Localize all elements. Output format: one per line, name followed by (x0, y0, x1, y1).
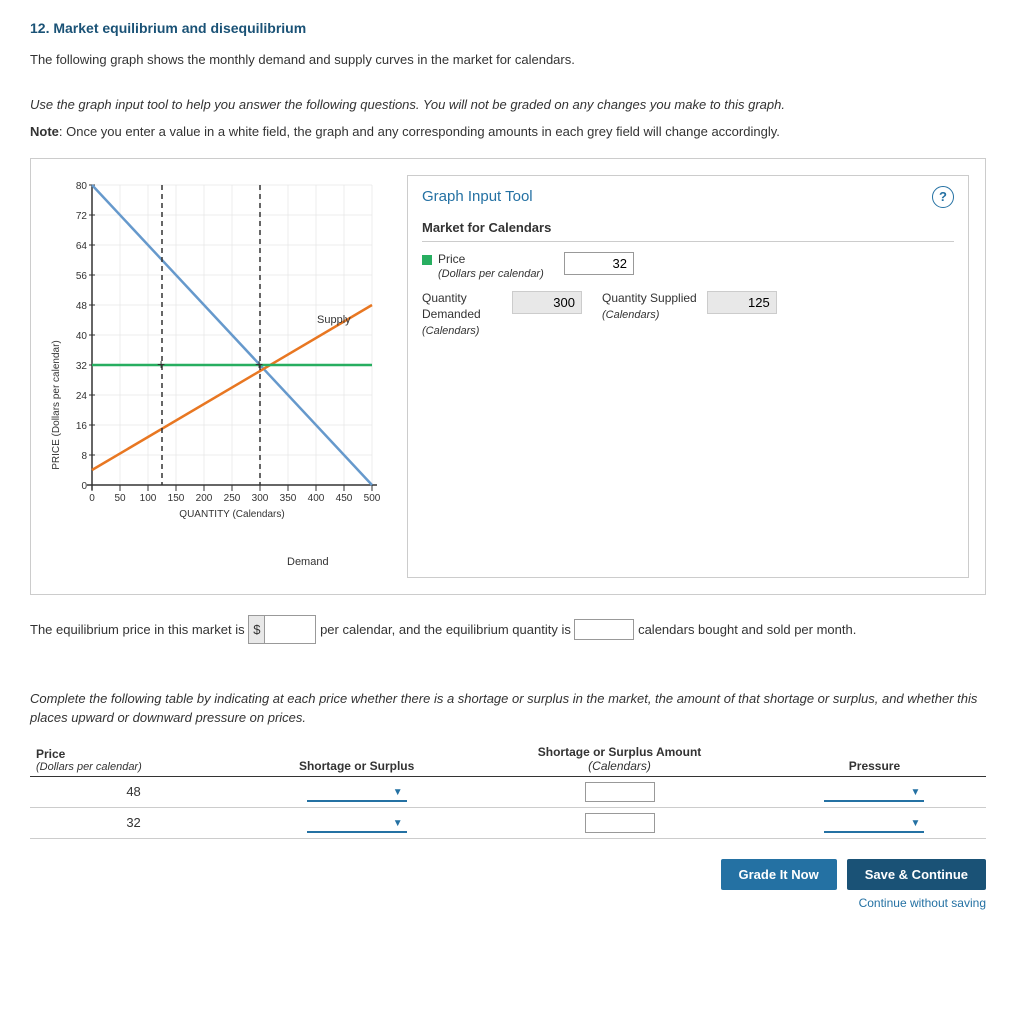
save-continue-button[interactable]: Save & Continue (847, 859, 986, 890)
svg-text:350: 350 (280, 493, 297, 504)
col-header-amount: Shortage or Surplus Amount (Calendars) (476, 742, 763, 777)
table-row: 48 (30, 776, 986, 807)
action-buttons: Grade It Now Save & Continue Continue wi… (30, 859, 986, 910)
col-header-pressure: Pressure (763, 742, 986, 777)
svg-text:16: 16 (76, 421, 88, 432)
supply-demand-graph: PRICE (Dollars per calendar) (47, 175, 387, 575)
svg-text:450: 450 (336, 493, 353, 504)
svg-text:+: + (255, 356, 263, 372)
svg-text:150: 150 (168, 493, 185, 504)
amount-cell-48[interactable] (476, 776, 763, 807)
graph-area: PRICE (Dollars per calendar) (47, 175, 387, 578)
qty-demanded-label: Quantity Demanded (Calendars) (422, 291, 502, 338)
amount-input-32[interactable] (585, 813, 655, 833)
svg-text:400: 400 (308, 493, 325, 504)
continue-without-saving-link[interactable]: Continue without saving (859, 896, 986, 910)
qty-demanded-input[interactable] (512, 291, 582, 314)
qty-supplied-group: Quantity Supplied (Calendars) (602, 291, 777, 322)
qty-demanded-group: Quantity Demanded (Calendars) (422, 291, 582, 338)
instruction-text: Use the graph input tool to help you ans… (30, 95, 986, 115)
svg-text:0: 0 (81, 481, 87, 492)
svg-text:100: 100 (140, 493, 157, 504)
note-label: Note (30, 124, 59, 139)
amount-input-48[interactable] (585, 782, 655, 802)
shortage-surplus-dropdown-48[interactable] (237, 776, 476, 807)
graph-tool-container: PRICE (Dollars per calendar) (30, 158, 986, 595)
equilibrium-price-input[interactable] (265, 620, 315, 639)
input-tool-panel: Graph Input Tool ? Market for Calendars … (407, 175, 969, 578)
price-cell-32: 32 (30, 807, 237, 838)
equilibrium-qty-input[interactable] (574, 619, 634, 640)
y-axis-label: PRICE (Dollars per calendar) (51, 340, 62, 470)
svg-text:32: 32 (76, 361, 88, 372)
svg-text:+: + (157, 356, 165, 372)
pressure-dropdown-32[interactable] (763, 807, 986, 838)
svg-text:56: 56 (76, 271, 88, 282)
demand-label: Demand (287, 556, 329, 568)
price-input[interactable] (564, 252, 634, 275)
svg-text:80: 80 (76, 181, 88, 192)
price-label-group: Price (Dollars per calendar) (422, 252, 552, 282)
price-sublabel: (Dollars per calendar) (438, 267, 544, 281)
price-row: Price (Dollars per calendar) (422, 252, 954, 282)
green-square-icon (422, 255, 432, 265)
svg-text:0: 0 (89, 493, 95, 504)
svg-text:24: 24 (76, 391, 88, 402)
svg-text:72: 72 (76, 211, 88, 222)
pressure-btn-32[interactable] (824, 813, 924, 833)
supply-label: Supply (317, 314, 351, 326)
question-title: 12. Market equilibrium and disequilibriu… (30, 20, 986, 36)
svg-text:64: 64 (76, 241, 88, 252)
svg-text:50: 50 (114, 493, 126, 504)
shortage-surplus-btn-48[interactable] (307, 782, 407, 802)
shortage-surplus-btn-32[interactable] (307, 813, 407, 833)
pressure-btn-48[interactable] (824, 782, 924, 802)
quantity-row: Quantity Demanded (Calendars) Quantity S… (422, 291, 954, 338)
amount-cell-32[interactable] (476, 807, 763, 838)
grade-it-now-button[interactable]: Grade It Now (721, 859, 837, 890)
svg-text:40: 40 (76, 331, 88, 342)
col-header-price: Price (Dollars per calendar) (30, 742, 237, 777)
svg-text:250: 250 (224, 493, 241, 504)
shortage-surplus-dropdown-32[interactable] (237, 807, 476, 838)
svg-text:48: 48 (76, 301, 88, 312)
note-text: Note: Once you enter a value in a white … (30, 122, 986, 142)
pressure-dropdown-48[interactable] (763, 776, 986, 807)
col-header-shortage-surplus: Shortage or Surplus (237, 742, 476, 777)
svg-text:8: 8 (81, 451, 87, 462)
description-text: The following graph shows the monthly de… (30, 50, 986, 70)
price-cell-48: 48 (30, 776, 237, 807)
svg-text:200: 200 (196, 493, 213, 504)
table-intro-text: Complete the following table by indicati… (30, 689, 986, 728)
market-title: Market for Calendars (422, 220, 954, 242)
price-input-wrap: $ (248, 615, 316, 644)
x-axis-label: QUANTITY (Calendars) (179, 509, 284, 520)
button-row: Grade It Now Save & Continue (721, 859, 986, 890)
shortage-surplus-table: Price (Dollars per calendar) Shortage or… (30, 742, 986, 839)
table-row: 32 (30, 807, 986, 838)
input-tool-header: Graph Input Tool ? (422, 186, 954, 208)
help-icon[interactable]: ? (932, 186, 954, 208)
graph-input-tool-title: Graph Input Tool (422, 188, 533, 205)
equilibrium-question: The equilibrium price in this market is … (30, 615, 986, 644)
qty-supplied-label: Quantity Supplied (Calendars) (602, 291, 697, 322)
svg-text:500: 500 (364, 493, 381, 504)
price-label: Price (438, 252, 544, 268)
qty-supplied-input[interactable] (707, 291, 777, 314)
svg-text:300: 300 (252, 493, 269, 504)
